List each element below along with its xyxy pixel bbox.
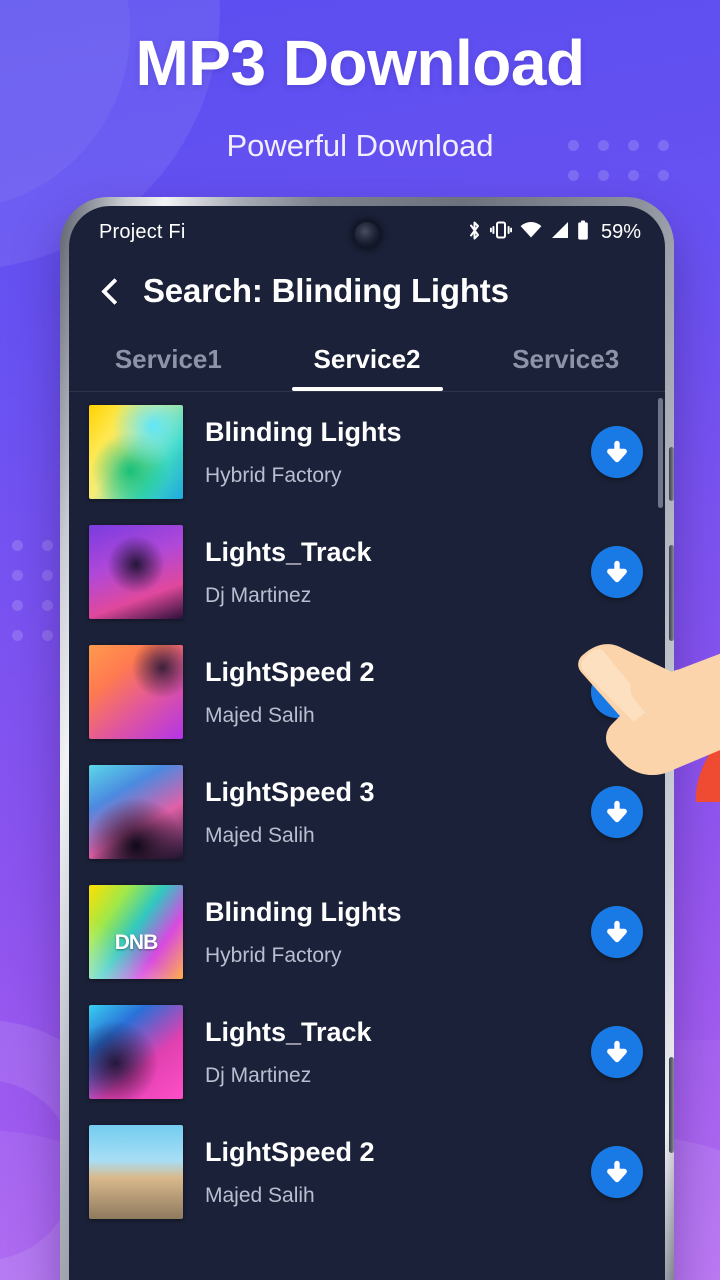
track-artist: Dj Martinez	[205, 1063, 312, 1087]
track-artist: Dj Martinez	[205, 583, 312, 607]
carrier-label: Project Fi	[99, 220, 186, 243]
table-row[interactable]: Blinding Lights Hybrid Factory	[69, 392, 665, 512]
table-row[interactable]: Lights_Track Dj Martinez	[69, 512, 665, 632]
track-artist: Majed Salih	[205, 703, 315, 727]
cellular-signal-icon	[550, 221, 569, 243]
track-meta: Lights_Track Dj Martinez	[205, 536, 569, 608]
status-bar: Project Fi 59%	[69, 206, 665, 258]
download-button[interactable]	[591, 546, 643, 598]
track-meta: LightSpeed 2 Majed Salih	[205, 1136, 569, 1208]
track-title: Lights_Track	[205, 537, 372, 568]
track-artist: Hybrid Factory	[205, 943, 342, 967]
track-artist: Majed Salih	[205, 1183, 315, 1207]
track-title: LightSpeed 2	[205, 1137, 375, 1168]
track-title: Lights_Track	[205, 1017, 372, 1048]
album-art-thumbnail: DNB	[89, 885, 183, 979]
phone-power-button[interactable]	[669, 1057, 674, 1153]
album-art-thumbnail	[89, 645, 183, 739]
table-row[interactable]: DNB Blinding Lights Hybrid Factory	[69, 872, 665, 992]
album-art-thumbnail	[89, 1005, 183, 1099]
download-arrow-icon	[607, 1040, 627, 1063]
status-icons: 59%	[467, 220, 641, 245]
battery-icon	[577, 220, 589, 244]
promo-title: MP3 Download	[135, 27, 585, 99]
scrollbar-thumb[interactable]	[658, 398, 663, 508]
table-row[interactable]: LightSpeed 2 Majed Salih	[69, 632, 665, 752]
track-title: LightSpeed 3	[205, 777, 375, 808]
download-button[interactable]	[591, 906, 643, 958]
table-row[interactable]: LightSpeed 2 Majed Salih	[69, 1112, 665, 1232]
track-meta: Blinding Lights Hybrid Factory	[205, 896, 569, 968]
track-artist: Majed Salih	[205, 823, 315, 847]
phone-mockup: Project Fi 59% Search: Blinding Lights S…	[60, 197, 674, 1280]
album-art-thumbnail	[89, 765, 183, 859]
track-list[interactable]: Blinding Lights Hybrid Factory Lights_Tr…	[69, 392, 665, 1235]
page-title: Search: Blinding Lights	[143, 272, 509, 309]
track-title: LightSpeed 2	[205, 657, 375, 688]
track-artist: Hybrid Factory	[205, 463, 342, 487]
hand-sleeve	[695, 738, 720, 802]
track-title: Blinding Lights	[205, 897, 402, 928]
track-meta: Blinding Lights Hybrid Factory	[205, 416, 569, 488]
wifi-icon	[520, 221, 542, 243]
phone-volume-button[interactable]	[669, 545, 674, 641]
phone-screen: Project Fi 59% Search: Blinding Lights S…	[69, 206, 665, 1280]
track-meta: Lights_Track Dj Martinez	[205, 1016, 569, 1088]
download-button[interactable]	[591, 666, 643, 718]
phone-side-button-top[interactable]	[669, 447, 674, 501]
download-button[interactable]	[591, 1026, 643, 1078]
promo-screenshot: MP3 Download Powerful Download Project F…	[0, 0, 720, 1280]
promo-subtitle: Powerful Download	[226, 128, 494, 163]
back-arrow-icon[interactable]	[97, 276, 123, 306]
tab-service2[interactable]: Service2	[268, 332, 467, 391]
download-button[interactable]	[591, 786, 643, 838]
download-arrow-icon	[607, 800, 627, 823]
download-button[interactable]	[591, 1146, 643, 1198]
battery-percentage: 59%	[600, 220, 641, 243]
service-tabs: Service1 Service2 Service3	[69, 332, 665, 392]
download-arrow-icon	[607, 440, 627, 463]
download-arrow-icon	[607, 560, 627, 583]
vibrate-icon	[489, 220, 513, 244]
download-arrow-icon	[607, 680, 627, 703]
album-art-thumbnail	[89, 1125, 183, 1219]
album-art-label: DNB	[114, 931, 159, 954]
bluetooth-icon	[467, 220, 482, 245]
download-arrow-icon	[607, 1160, 627, 1183]
track-meta: LightSpeed 2 Majed Salih	[205, 656, 569, 728]
hand-pinky-finger	[699, 667, 720, 716]
tab-service1[interactable]: Service1	[69, 332, 268, 391]
front-camera-icon	[354, 222, 380, 247]
download-button[interactable]	[591, 426, 643, 478]
scrollbar[interactable]	[658, 394, 663, 1235]
album-art-thumbnail	[89, 525, 183, 619]
table-row[interactable]: LightSpeed 3 Majed Salih	[69, 752, 665, 872]
app-bar: Search: Blinding Lights	[69, 258, 665, 332]
table-row[interactable]: Lights_Track Dj Martinez	[69, 992, 665, 1112]
album-art-thumbnail	[89, 405, 183, 499]
track-meta: LightSpeed 3 Majed Salih	[205, 776, 569, 848]
tab-service3[interactable]: Service3	[466, 332, 665, 391]
track-title: Blinding Lights	[205, 417, 402, 448]
download-arrow-icon	[607, 920, 627, 943]
